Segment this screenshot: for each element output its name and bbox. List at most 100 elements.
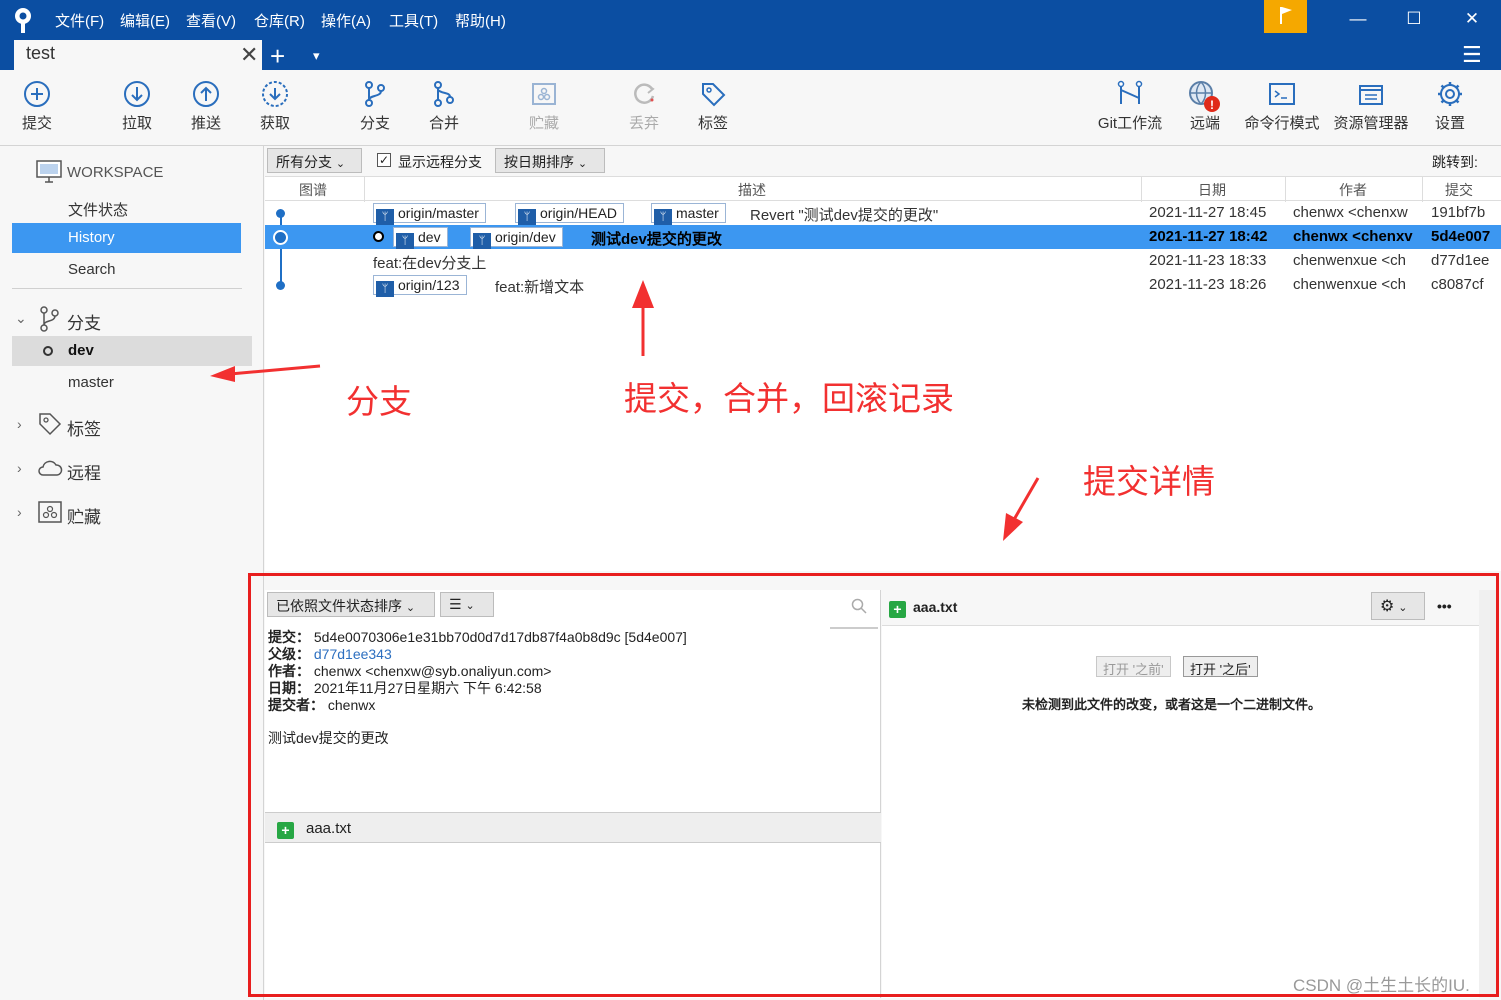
remote-button[interactable]: ! 远端	[1165, 80, 1245, 133]
gear-icon	[1438, 82, 1462, 106]
commit-row[interactable]: ᛘ origin/123 feat:新增文本 2021-11-23 18:26 c…	[265, 273, 1501, 297]
sidebar	[0, 146, 264, 1000]
tag-icon	[702, 83, 726, 107]
commit-author: chenwx <chenxw	[1293, 204, 1408, 221]
menu-actions[interactable]: 操作(A)	[321, 10, 371, 31]
tag-icon	[39, 413, 62, 436]
graph-node	[276, 281, 285, 290]
column-graph[interactable]: 图谱	[299, 180, 327, 200]
branch-tag: ᛘ origin/dev	[470, 227, 563, 249]
tag-button[interactable]: 标签	[673, 80, 753, 133]
menu-file[interactable]: 文件(F)	[55, 10, 104, 31]
close-window-button[interactable]: ✕	[1452, 4, 1492, 34]
fetch-button[interactable]: 获取	[235, 80, 315, 133]
menu-help[interactable]: 帮助(H)	[455, 10, 506, 31]
show-remote-label: 显示远程分支	[398, 154, 482, 170]
commit-message: feat:新增文本	[495, 279, 585, 296]
column-description[interactable]: 描述	[738, 180, 766, 200]
commit-author: chenwenxue <ch	[1293, 276, 1406, 293]
sidebar-item-label: dev	[68, 342, 94, 359]
chevron-right-icon[interactable]: ›	[17, 416, 22, 432]
branch-button[interactable]: 分支	[335, 80, 415, 133]
annotation-detail-frame	[248, 573, 1499, 997]
sidebar-item-label: History	[68, 229, 115, 246]
sidebar-stashes-heading[interactable]: 贮藏	[67, 503, 101, 528]
commit-hash: d77d1ee	[1431, 252, 1490, 269]
branch-tag: ᛘ origin/master	[373, 203, 486, 225]
branch-icon: ᛘ	[654, 209, 672, 225]
commit-row[interactable]: feat:在dev分支上 2021-11-23 18:33 chenwenxue…	[265, 249, 1501, 273]
commit-author: chenwenxue <ch	[1293, 252, 1406, 269]
menu-view[interactable]: 查看(V)	[186, 10, 236, 31]
column-author[interactable]: 作者	[1339, 180, 1367, 200]
commit-row[interactable]: ᛘ origin/master ᛘ origin/HEAD ᛘ master Reve…	[265, 201, 1501, 225]
terminal-button[interactable]: 命令行模式	[1242, 80, 1322, 133]
sidebar-item-file-status[interactable]: 文件状态	[68, 199, 128, 220]
menu-repository[interactable]: 仓库(R)	[254, 10, 305, 31]
annotation-arrow-details	[1003, 477, 1040, 541]
explorer-button[interactable]: 资源管理器	[1331, 80, 1411, 133]
sidebar-item-branch-master[interactable]: master	[68, 374, 114, 391]
discard-button[interactable]: 丢弃	[604, 80, 684, 133]
commit-hash: 191bf7b	[1431, 204, 1486, 221]
add-tab-button[interactable]: +	[270, 41, 285, 72]
pull-button[interactable]: 拉取	[97, 80, 177, 133]
branch-tag: ᛘ master	[651, 203, 726, 225]
title-bar: 文件(F) 编辑(E) 查看(V) 仓库(R) 操作(A) 工具(T) 帮助(H…	[0, 0, 1501, 40]
push-button[interactable]: 推送	[166, 80, 246, 133]
maximize-button[interactable]: ☐	[1394, 4, 1434, 34]
sidebar-item-history[interactable]: History	[12, 223, 241, 253]
sidebar-item-search[interactable]: Search	[68, 261, 116, 278]
tab-dropdown-icon[interactable]: ▾	[313, 48, 320, 64]
column-separator	[364, 177, 365, 202]
fetch-icon	[262, 81, 288, 107]
commit-row-selected[interactable]: ᛘ dev ᛘ origin/dev 测试dev提交的更改 2021-11-27 1…	[265, 225, 1501, 249]
commit-date: 2021-11-27 18:45	[1149, 204, 1267, 221]
sourcetree-logo-icon	[15, 8, 31, 33]
discard-icon	[634, 83, 655, 104]
commit-author: chenwx <chenxv	[1293, 228, 1413, 245]
branch-tag: ᛘ dev	[393, 227, 448, 249]
sort-dropdown[interactable]: 按日期排序 ⌄	[495, 148, 605, 173]
settings-button[interactable]: 设置	[1410, 80, 1490, 133]
flag-button[interactable]	[1264, 0, 1307, 33]
globe-warning-icon: !	[1189, 81, 1220, 112]
chevron-right-icon[interactable]: ›	[17, 504, 22, 520]
merge-button[interactable]: 合并	[404, 80, 484, 133]
chevron-down-icon[interactable]: ⌄	[15, 310, 27, 327]
svg-text:!: !	[1210, 98, 1214, 112]
commit-button[interactable]: 提交	[0, 80, 77, 133]
hamburger-menu-icon[interactable]: ☰	[1462, 42, 1482, 68]
column-commit[interactable]: 提交	[1445, 180, 1473, 200]
commit-message: feat:在dev分支上	[373, 255, 487, 272]
sidebar-branches-heading[interactable]: 分支	[67, 309, 101, 334]
push-icon	[193, 81, 219, 107]
menu-tools[interactable]: 工具(T)	[389, 10, 438, 31]
toolbar: 提交 拉取 推送 获取 分支 合并 贮藏 丢弃 标签 Git工作流 ! 远端 命…	[0, 70, 1501, 146]
column-date[interactable]: 日期	[1198, 180, 1226, 200]
menu-edit[interactable]: 编辑(E)	[120, 10, 170, 31]
gitflow-icon	[1117, 80, 1143, 104]
stash-icon	[38, 501, 62, 523]
annotation-arrow-commits	[632, 280, 654, 356]
branch-icon	[365, 81, 385, 107]
branch-tag: ᛘ origin/HEAD	[515, 203, 625, 225]
stash-icon	[532, 83, 556, 105]
filter-bar: 所有分支 ⌄ ✓ 显示远程分支 按日期排序 ⌄ 跳转到:	[265, 146, 1501, 176]
gitflow-button[interactable]: Git工作流	[1090, 80, 1170, 133]
sidebar-tags-heading[interactable]: 标签	[67, 415, 101, 440]
branch-filter-dropdown[interactable]: 所有分支 ⌄	[267, 148, 362, 173]
chevron-right-icon[interactable]: ›	[17, 460, 22, 476]
annotation-branch: 分支	[346, 383, 412, 420]
chevron-down-icon: ⌄	[577, 158, 588, 170]
sidebar-remotes-heading[interactable]: 远程	[67, 459, 101, 484]
jump-to-label[interactable]: 跳转到:	[1432, 152, 1478, 172]
tab-repository[interactable]: test ✕	[14, 40, 262, 70]
show-remote-checkbox[interactable]: ✓	[377, 153, 391, 167]
stash-button[interactable]: 贮藏	[504, 80, 584, 133]
commit-date: 2021-11-23 18:26	[1149, 276, 1267, 293]
flag-icon	[1280, 7, 1292, 24]
commit-date: 2021-11-23 18:33	[1149, 252, 1267, 269]
minimize-button[interactable]: —	[1338, 4, 1378, 34]
tab-close-button[interactable]: ✕	[240, 42, 258, 68]
